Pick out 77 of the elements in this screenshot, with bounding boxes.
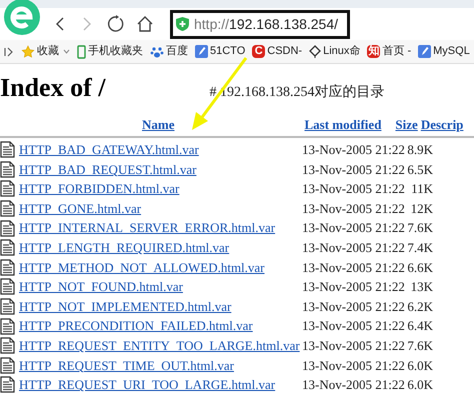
- star-icon: [21, 44, 35, 58]
- diamond-icon: [309, 45, 322, 58]
- file-link[interactable]: HTTP_LENGTH_REQUIRED.html.var: [19, 238, 302, 258]
- pen-icon: [418, 45, 432, 58]
- bookmark-label: 首页 -: [382, 44, 412, 60]
- bookmark-item[interactable]: 51CTO: [195, 43, 246, 60]
- file-size: 6.6K: [406, 258, 433, 277]
- file-link[interactable]: HTTP_REQUEST_TIME_OUT.html.var: [19, 356, 302, 376]
- file-link[interactable]: HTTP_REQUEST_URI_TOO_LARGE.html.var: [19, 375, 302, 395]
- bookmark-item[interactable]: Linux命: [309, 43, 360, 60]
- column-header-link[interactable]: Size: [395, 114, 418, 134]
- paw-icon: [150, 44, 164, 58]
- bookmark-item[interactable]: 手机收藏夹: [77, 43, 143, 60]
- file-size: 6.4K: [406, 317, 433, 336]
- file-link[interactable]: HTTP_BAD_REQUEST.html.var: [19, 160, 302, 180]
- bookmark-label: Linux命: [323, 44, 360, 60]
- modified-date: 13-Nov-2005 21:22: [302, 317, 406, 336]
- file-link[interactable]: HTTP_REQUEST_ENTITY_TOO_LARGE.html.var: [19, 336, 302, 356]
- modified-date: 13-Nov-2005 21:22: [302, 258, 406, 277]
- file-size: 8.9K: [406, 141, 433, 160]
- file-link[interactable]: HTTP_NOT_FOUND.html.var: [19, 277, 302, 297]
- file-size: 6.5K: [406, 160, 433, 179]
- file-size: 12K: [410, 200, 433, 218]
- bookmark-item[interactable]: MySQL: [418, 43, 470, 60]
- bookmark-label: 百度: [166, 44, 188, 60]
- site-logo-icon: C: [252, 45, 266, 58]
- file-link[interactable]: HTTP_NOT_IMPLEMENTED.html.var: [19, 296, 302, 316]
- bookmark-label: CSDN-: [267, 44, 302, 60]
- file-link[interactable]: HTTP_INTERNAL_SERVER_ERROR.html.var: [19, 218, 302, 238]
- file-link[interactable]: HTTP_BAD_GATEWAY.html.var: [19, 140, 302, 160]
- site-logo-icon: 知: [367, 45, 380, 58]
- phone-icon: [77, 44, 86, 58]
- file-size: 7.6K: [406, 219, 433, 238]
- column-header-link[interactable]: Descrip: [420, 114, 464, 134]
- file-link[interactable]: HTTP_GONE.html.var: [19, 198, 302, 218]
- bookmark-item[interactable]: 收藏: [21, 43, 70, 60]
- bookmark-label: MySQL: [433, 44, 470, 60]
- sidebar-toggle-icon[interactable]: [4, 46, 14, 56]
- bookmark-label: 51CTO: [210, 44, 246, 60]
- shield-icon: [176, 17, 189, 31]
- url-text: http://192.168.138.254/: [194, 14, 338, 34]
- file-size: 13K: [410, 278, 433, 296]
- modified-date: 13-Nov-2005 21:22: [302, 298, 406, 316]
- file-link[interactable]: HTTP_METHOD_NOT_ALLOWED.html.var: [19, 258, 302, 278]
- page-heading: Index of /: [0, 72, 106, 104]
- bookmark-label: 手机收藏夹: [88, 44, 143, 60]
- column-header-link[interactable]: Name: [142, 114, 174, 134]
- modified-date: 13-Nov-2005 21:22: [302, 356, 406, 375]
- bookmark-item[interactable]: 百度: [150, 43, 188, 60]
- modified-date: 13-Nov-2005 21:22: [302, 219, 406, 238]
- annotation-text: # 192.168.138.254对应的目录: [209, 83, 384, 102]
- modified-date: 13-Nov-2005 21:22: [302, 376, 406, 394]
- file-size: 6.0K: [406, 376, 433, 394]
- modified-date: 13-Nov-2005 21:22: [302, 200, 406, 218]
- column-header-link[interactable]: Last modified: [304, 114, 382, 134]
- file-link[interactable]: HTTP_PRECONDITION_FAILED.html.var: [19, 316, 302, 336]
- modified-date: 13-Nov-2005 21:22: [302, 336, 406, 355]
- reload-icon[interactable]: [107, 15, 125, 33]
- file-size: 11K: [410, 180, 433, 198]
- modified-date: 13-Nov-2005 21:22: [302, 239, 406, 258]
- modified-date: 13-Nov-2005 21:22: [302, 180, 406, 198]
- bookmark-item[interactable]: 知 首页 -: [367, 43, 412, 60]
- file-size: 7.4K: [406, 239, 433, 258]
- back-icon[interactable]: [54, 16, 66, 32]
- pen-icon: [195, 45, 208, 58]
- bookmark-label: 收藏: [37, 44, 59, 60]
- modified-date: 13-Nov-2005 21:22: [302, 160, 406, 179]
- file-link[interactable]: HTTP_FORBIDDEN.html.var: [19, 179, 302, 199]
- home-icon[interactable]: [136, 15, 154, 33]
- file-size: 7.6K: [406, 336, 433, 355]
- address-field[interactable]: http://192.168.138.254/: [170, 10, 350, 38]
- modified-date: 13-Nov-2005 21:22: [302, 141, 406, 160]
- bookmark-item[interactable]: C CSDN-: [252, 43, 302, 60]
- caret-icon[interactable]: [63, 49, 70, 54]
- file-size: 6.0K: [406, 356, 433, 375]
- file-size: 6.2K: [406, 298, 433, 316]
- modified-date: 13-Nov-2005 21:22: [302, 278, 406, 296]
